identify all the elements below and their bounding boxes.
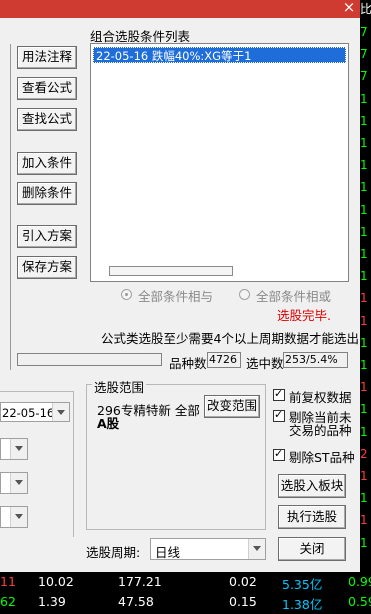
save-plan-button[interactable]: 保存方案 [17, 256, 77, 279]
strip-value: 1 [360, 202, 368, 217]
left-combo-1[interactable] [0, 438, 28, 460]
left-panel-edge [0, 44, 11, 370]
table-cell: 62 [0, 594, 16, 609]
status-hint-text: 公式类选股至少需要4个以上周期数据才能选出 [101, 331, 359, 346]
strip-value: 1 [360, 424, 368, 439]
period-combo-value: 日线 [155, 545, 181, 560]
strip-value: 1 [360, 269, 368, 284]
progress-bar [17, 353, 162, 366]
title-bar: × [0, 0, 360, 18]
or-radio[interactable] [239, 289, 250, 300]
delete-condition-button[interactable]: 删除条件 [17, 182, 77, 205]
strip-value: 1 [360, 535, 368, 550]
change-scope-button[interactable]: 改变范围 [204, 395, 260, 418]
or-radio-label: 全部条件相或 [256, 289, 332, 304]
date-combo-value: 22-05-16 [2, 406, 55, 420]
left-combo-3[interactable] [0, 506, 28, 528]
strip-value: 1 [360, 113, 368, 128]
table-cell: 1.38亿 [282, 597, 323, 612]
strip-value: 1 [360, 402, 368, 417]
horizontal-scrollbar[interactable] [109, 266, 233, 276]
period-label: 选股周期: [86, 545, 141, 560]
strip-value: 1 [360, 469, 368, 483]
strip-header: 比 [360, 2, 371, 16]
chevron-down-icon[interactable] [10, 473, 27, 493]
strip-value: 1 [360, 358, 368, 372]
table-cell: 0.02 [229, 574, 257, 589]
date-combo[interactable]: 22-05-16 [0, 402, 70, 422]
strip-value: 1 [360, 313, 368, 328]
table-cell: 1.39 [38, 594, 66, 609]
scope-content-line2: A股 [97, 416, 120, 431]
period-combo[interactable]: 日线 [150, 538, 266, 560]
strip-value: 1 [360, 158, 368, 173]
view-formula-button[interactable]: 查看公式 [17, 77, 77, 100]
chevron-down-icon[interactable] [52, 403, 69, 421]
add-condition-button[interactable]: 加入条件 [17, 152, 77, 175]
strip-value: 1 [360, 136, 368, 150]
table-cell: 177.21 [118, 574, 162, 589]
strip-value: 7 [360, 25, 368, 39]
scope-group-title: 选股范围 [92, 377, 147, 396]
strip-value: 1 [360, 180, 368, 195]
and-radio[interactable] [121, 289, 132, 300]
add-to-block-button[interactable]: 选股入板块 [278, 474, 346, 498]
strip-value: 1 [360, 491, 368, 506]
strip-value: 1 [360, 291, 368, 306]
selected-count-value: 253/5.4% [283, 352, 348, 368]
strip-value: 1 [360, 380, 368, 395]
usage-notes-button[interactable]: 用法注释 [17, 46, 77, 69]
pre-adjust-checkbox[interactable] [273, 387, 285, 401]
strip-value: 1 [360, 513, 368, 528]
strip-value: 1 [360, 247, 368, 261]
strip-value: 7 [360, 69, 368, 84]
strip-value: 2 [360, 446, 368, 461]
chevron-down-icon[interactable] [248, 539, 265, 559]
exclude-st-checkbox[interactable] [273, 447, 285, 461]
table-cell: 0.59 [348, 594, 371, 609]
condition-list[interactable]: 22-05-16 跌幅40%:XG等于1 [90, 43, 349, 282]
exclude-suspended-checkbox[interactable] [273, 408, 285, 422]
selected-count-label: 选中数 [246, 356, 284, 371]
import-plan-button[interactable]: 引入方案 [17, 225, 77, 248]
close-button[interactable]: 关闭 [278, 537, 346, 561]
table-cell: 5.35亿 [282, 577, 323, 592]
stock-filter-dialog: × 用法注释 查看公式 查找公式 加入条件 删除条件 引入方案 保存方案 组合选… [0, 0, 360, 572]
stock-count-value: 4726 [207, 352, 241, 368]
close-icon[interactable]: × [339, 0, 359, 16]
table-row[interactable]: 62 1.39 47.58 0.15 1.38亿 0.59 [0, 594, 371, 614]
table-cell: 0.99 [348, 574, 371, 589]
table-cell: 47.58 [118, 594, 154, 609]
chevron-down-icon[interactable] [10, 507, 27, 527]
pre-adjust-label: 前复权数据 [289, 390, 352, 405]
strip-value: 1 [360, 224, 368, 239]
exclude-st-label: 剔除ST品种 [289, 450, 355, 465]
right-quote-strip: 比 7 7 7 1 1 1 1 1 1 1 1 1 1 1 1 1 1 1 1 2 1 1 1 1 [360, 0, 371, 572]
strip-value: 1 [360, 335, 368, 350]
list-item[interactable]: 22-05-16 跌幅40%:XG等于1 [93, 47, 346, 63]
chevron-down-icon[interactable] [10, 439, 27, 459]
exclude-suspended-label-2: 交易的品种 [289, 423, 352, 438]
table-cell: 0.15 [229, 594, 257, 609]
table-cell: 10.02 [38, 574, 74, 589]
and-radio-label: 全部条件相与 [138, 289, 214, 304]
table-row[interactable]: 11 10.02 177.21 0.02 5.35亿 0.99 [0, 574, 371, 594]
table-cell: 11 [0, 574, 16, 589]
status-done-text: 选股完毕. [277, 308, 331, 323]
strip-value: 7 [360, 47, 368, 62]
left-combo-2[interactable] [0, 472, 28, 494]
strip-value: 1 [360, 91, 368, 106]
execute-selection-button[interactable]: 执行选股 [278, 505, 346, 529]
stock-count-label: 品种数 [169, 356, 207, 371]
find-formula-button[interactable]: 查找公式 [17, 108, 77, 131]
